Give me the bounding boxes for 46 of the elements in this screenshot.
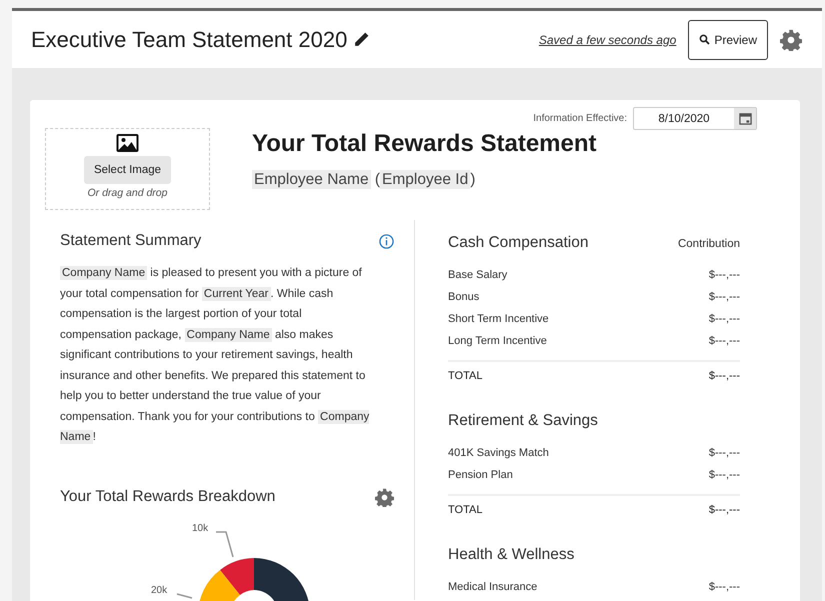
rewards-statement-title: Your Total Rewards Statement bbox=[252, 130, 598, 158]
leader-line bbox=[176, 592, 192, 598]
pencil-icon[interactable] bbox=[353, 31, 370, 48]
total-label: TOTAL bbox=[448, 504, 482, 516]
row-value: $---,--- bbox=[708, 469, 740, 481]
effective-date-label: Information Effective: bbox=[533, 113, 627, 124]
image-drop-zone[interactable]: Select Image Or drag and drop bbox=[45, 128, 210, 210]
slice-label: 20k bbox=[151, 584, 168, 596]
date-field[interactable]: 8/10/2020 bbox=[633, 107, 757, 130]
row-label: 401K Savings Match bbox=[448, 447, 549, 459]
image-icon bbox=[115, 133, 140, 153]
row-value: $---,--- bbox=[708, 581, 740, 593]
summary-title: Statement Summary bbox=[60, 232, 202, 250]
slice-label: 10k bbox=[192, 522, 208, 534]
row-value: $---,--- bbox=[708, 269, 740, 281]
row-label: Medical Insurance bbox=[448, 581, 538, 593]
row-value: $---,--- bbox=[708, 335, 740, 347]
total-label: TOTAL bbox=[448, 370, 482, 382]
row-label: Bonus bbox=[448, 291, 480, 303]
row-value: $---,--- bbox=[708, 291, 740, 303]
total-value: $---,--- bbox=[708, 370, 740, 382]
info-icon[interactable] bbox=[379, 234, 394, 248]
section-title: Retirement & Savings bbox=[448, 412, 598, 430]
column-header: Contribution bbox=[678, 238, 740, 250]
drag-drop-hint: Or drag and drop bbox=[88, 187, 168, 199]
row-value: $---,--- bbox=[708, 447, 740, 459]
employee-name-id: Employee Name (Employee Id) bbox=[252, 171, 476, 189]
row-value: $---,--- bbox=[708, 313, 740, 325]
section-title: Cash Compensation bbox=[448, 234, 588, 252]
row-label: Short Term Incentive bbox=[448, 313, 549, 325]
select-image-button[interactable]: Select Image bbox=[84, 156, 172, 184]
summary-paragraph: Company Name is pleased to present you with a picture of your total compensation for Current Year . While cash compensation is the largest portion of your total compensation package, Company Name also makes significant contributions to your retirement savings, health insurance and other benefits. We prepared this statement to help you to better understand the true value of your compensation. Thank you for your contributions to Company Name ! bbox=[60, 265, 370, 446]
statement-title: Executive Team Statement 2020 bbox=[31, 26, 348, 52]
total-value: $---,--- bbox=[708, 504, 740, 516]
row-label: Pension Plan bbox=[448, 469, 513, 481]
preview-button[interactable]: Preview bbox=[688, 20, 768, 60]
calendar-icon[interactable] bbox=[738, 112, 752, 125]
settings-icon[interactable] bbox=[780, 28, 802, 50]
save-status-link[interactable]: Saved a few seconds ago bbox=[538, 32, 676, 46]
settings-icon[interactable] bbox=[375, 488, 394, 506]
breakdown-title: Your Total Rewards Breakdown bbox=[60, 488, 276, 506]
row-label: Base Salary bbox=[448, 269, 508, 281]
leader-line bbox=[216, 530, 234, 557]
section-title: Health & Wellness bbox=[448, 546, 574, 564]
search-icon bbox=[699, 34, 710, 45]
row-label: Long Term Incentive bbox=[448, 335, 547, 347]
